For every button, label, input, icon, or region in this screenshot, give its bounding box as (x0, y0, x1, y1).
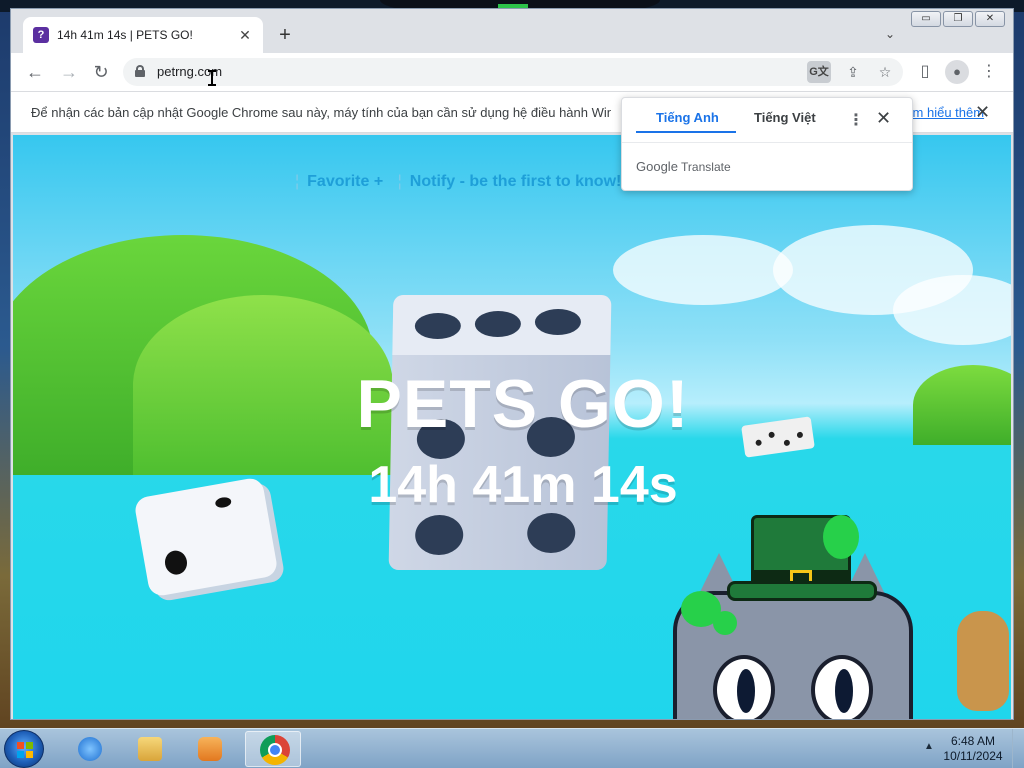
chrome-window: ▭ ❐ ✕ ? 14h 41m 14s | PETS GO! ✕ + ⌄ ← →… (10, 8, 1014, 720)
lock-icon[interactable] (135, 65, 145, 77)
clock-time: 6:48 AM (950, 734, 996, 748)
clock-date: 10/11/2024 (943, 749, 1003, 763)
system-clock[interactable]: 6:48 AM 10/11/2024 (938, 734, 1008, 764)
window-controls: ▭ ❐ ✕ (911, 11, 1005, 27)
show-desktop-button[interactable] (1012, 729, 1024, 768)
countdown-timer: 14h 41m 14s (368, 456, 678, 514)
toolbar: ← → ↻ petrng.com G文 ⇪ ☆ ▯ ● ⋮ (11, 53, 1013, 91)
reload-icon[interactable]: ↻ (89, 60, 113, 84)
profile-avatar-icon[interactable]: ● (945, 60, 969, 84)
menu-kebab-icon[interactable]: ⋮ (977, 60, 1001, 84)
petsgo-favicon-icon: ? (33, 27, 49, 43)
google-translate-brand: Google Translate (636, 159, 731, 174)
back-icon[interactable]: ← (23, 60, 47, 84)
game-title: PETS GO! (356, 366, 690, 442)
side-panel-icon[interactable]: ▯ (913, 60, 937, 84)
translate-icon[interactable]: G文 (807, 61, 831, 83)
tab-source-language[interactable]: Tiếng Anh (656, 110, 719, 125)
tab-strip: ▭ ❐ ✕ ? 14h 41m 14s | PETS GO! ✕ + ⌄ (11, 9, 1013, 53)
chrome-icon (260, 735, 290, 765)
taskbar-media-player[interactable] (182, 731, 238, 767)
brand-google: Google (636, 159, 678, 174)
media-player-icon (198, 737, 222, 761)
notify-link[interactable]: Notify - be the first to know! (410, 173, 622, 190)
translate-options-icon[interactable]: ⋮ (848, 110, 864, 130)
tray-expand-icon[interactable]: ▲ (924, 741, 934, 752)
folder-icon (138, 737, 162, 761)
internet-explorer-icon (78, 737, 102, 761)
minimize-icon[interactable]: ▭ (911, 11, 941, 27)
infobar-close-icon[interactable]: ✕ (975, 102, 990, 123)
translate-popup: Tiếng Anh Tiếng Việt ⋮ ✕ Google Translat… (621, 97, 913, 191)
address-bar[interactable]: petrng.com G文 ⇪ ☆ (123, 58, 903, 86)
bookmark-star-icon[interactable]: ☆ (873, 61, 897, 83)
maximize-icon[interactable]: ❐ (943, 11, 973, 27)
cloud (613, 235, 793, 305)
taskbar-explorer[interactable] (122, 731, 178, 767)
hamster-image (957, 611, 1009, 711)
clover-icon (823, 515, 859, 559)
taskbar-chrome[interactable] (245, 731, 301, 767)
infobar-message: Để nhận các bản cập nhật Google Chrome s… (31, 105, 611, 120)
tab-title: 14h 41m 14s | PETS GO! (57, 28, 193, 42)
taskbar-ie[interactable] (62, 731, 118, 767)
page-content: ¦ Favorite + ¦ Notify - be the first to kn… (13, 135, 1011, 719)
cloud (893, 275, 1011, 345)
favorite-link[interactable]: Favorite + (307, 173, 383, 190)
new-tab-icon[interactable]: + (275, 23, 295, 47)
share-icon[interactable]: ⇪ (841, 61, 865, 83)
tab-close-icon[interactable]: ✕ (237, 27, 253, 44)
tab-target-language[interactable]: Tiếng Việt (754, 110, 816, 125)
page-nav: ¦ Favorite + ¦ Notify - be the first to kn… (295, 173, 622, 190)
text-cursor-icon (208, 70, 216, 86)
close-window-icon[interactable]: ✕ (975, 11, 1005, 27)
browser-tab[interactable]: ? 14h 41m 14s | PETS GO! ✕ (23, 17, 263, 53)
learn-more-link[interactable]: Tìm hiểu thêm (901, 105, 984, 120)
forward-icon[interactable]: → (57, 60, 81, 84)
taskbar: ▲ 6:48 AM 10/11/2024 (0, 728, 1024, 768)
tab-search-chevron-icon[interactable]: ⌄ (885, 27, 895, 41)
divider (622, 142, 912, 143)
windows-logo-icon (17, 742, 33, 758)
brand-translate: Translate (681, 160, 731, 174)
clover-icon (713, 611, 737, 635)
translate-close-icon[interactable]: ✕ (876, 108, 891, 129)
active-tab-indicator (636, 131, 736, 133)
hat-brim (727, 581, 877, 601)
start-button[interactable] (4, 730, 44, 768)
